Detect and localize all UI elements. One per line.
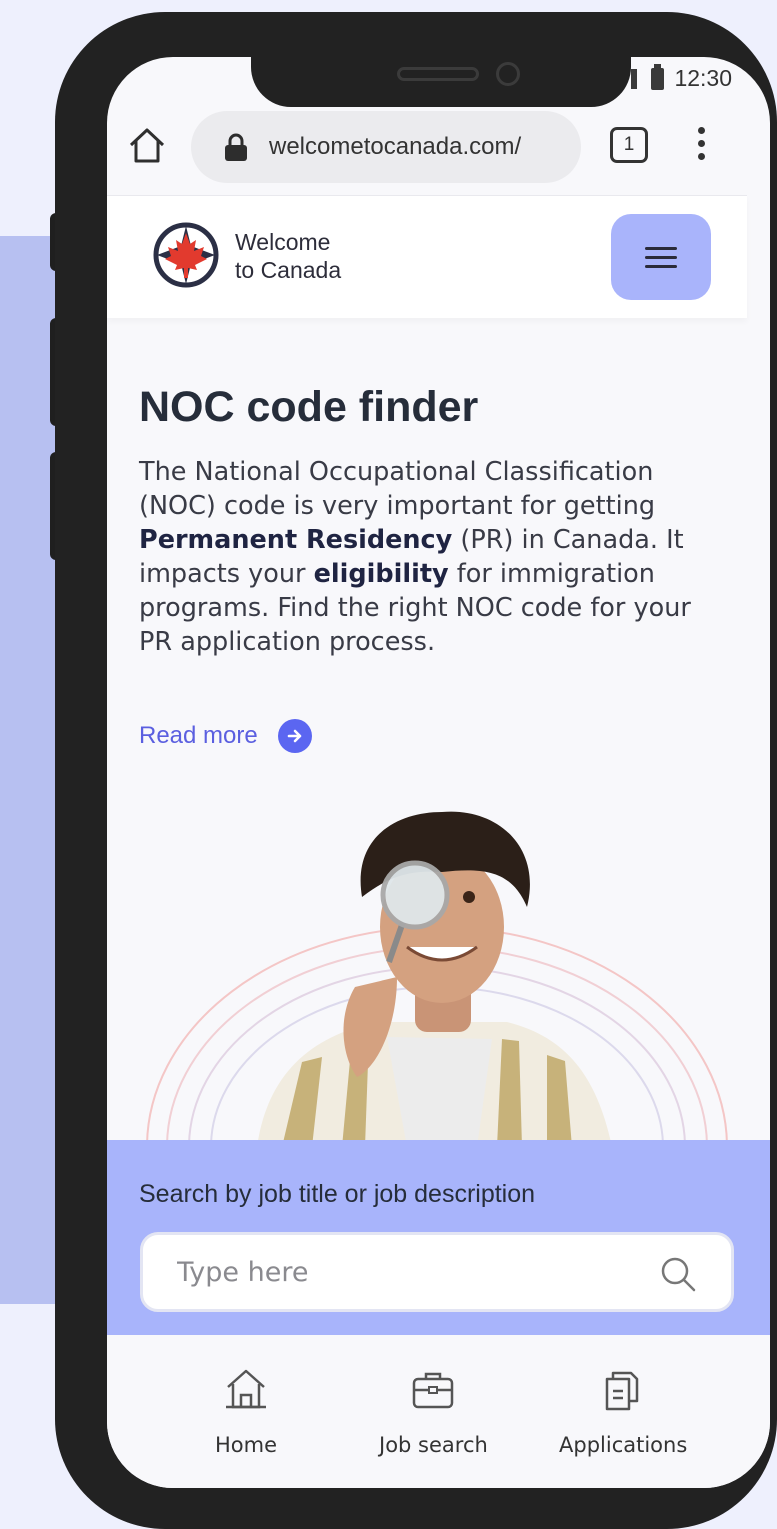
page-title: NOC code finder xyxy=(139,383,479,431)
nav-item-home[interactable]: Home xyxy=(215,1365,277,1457)
hamburger-menu-button[interactable] xyxy=(611,214,711,300)
status-time: 12:30 xyxy=(674,65,732,91)
battery-icon xyxy=(651,63,665,90)
speaker-grille xyxy=(397,67,479,81)
briefcase-icon xyxy=(413,1372,454,1409)
search-input[interactable] xyxy=(175,1251,619,1293)
site-header: Welcome to Canada xyxy=(107,195,747,318)
url-text: welcometocanada.com/ xyxy=(269,133,522,160)
camera-icon xyxy=(496,62,520,86)
nav-label-job-search: Job search xyxy=(379,1433,488,1457)
documents-icon xyxy=(605,1371,639,1411)
page-description: The National Occupational Classification… xyxy=(139,455,729,659)
person-figure xyxy=(257,811,612,1147)
brand-line-2: to Canada xyxy=(235,257,342,283)
nav-label-applications: Applications xyxy=(559,1433,688,1457)
lock-icon xyxy=(223,133,249,161)
brand-line-1: Welcome xyxy=(235,229,331,255)
search-box[interactable] xyxy=(140,1232,734,1312)
browser-toolbar: welcometocanada.com/ 1 xyxy=(107,105,770,195)
read-more-label: Read more xyxy=(139,722,258,749)
desc-text-1: The National Occupational Classification… xyxy=(139,457,656,521)
nav-item-job-search[interactable]: Job search xyxy=(379,1365,488,1457)
bottom-navigation: Home Job search Applications xyxy=(107,1335,770,1488)
phone-notch xyxy=(251,57,631,107)
nav-label-home: Home xyxy=(215,1433,278,1457)
desc-bold-permanent-residency: Permanent Residency xyxy=(139,525,453,555)
home-icon[interactable] xyxy=(127,125,167,165)
hero-illustration xyxy=(146,811,728,1147)
home-icon xyxy=(226,1369,266,1409)
phone-screen: 12:30 welcometocanada.com/ 1 Welcome to … xyxy=(107,57,770,1488)
arrow-right-icon xyxy=(277,719,312,753)
nav-item-applications[interactable]: Applications xyxy=(559,1365,687,1457)
maple-leaf-logo[interactable] xyxy=(151,220,221,290)
tab-switcher-button[interactable]: 1 xyxy=(610,127,648,163)
read-more-link[interactable]: Read more xyxy=(139,719,312,753)
desc-bold-eligibility: eligibility xyxy=(313,559,449,589)
search-section: Search by job title or job description xyxy=(107,1140,770,1335)
address-bar[interactable]: welcometocanada.com/ xyxy=(191,111,581,183)
status-bar: 12:30 xyxy=(631,63,732,92)
signal-icon xyxy=(631,68,638,89)
search-icon[interactable] xyxy=(659,1255,697,1293)
brand-name: Welcome to Canada xyxy=(235,228,341,284)
kebab-menu-icon[interactable] xyxy=(697,127,707,163)
search-label: Search by job title or job description xyxy=(139,1180,536,1208)
